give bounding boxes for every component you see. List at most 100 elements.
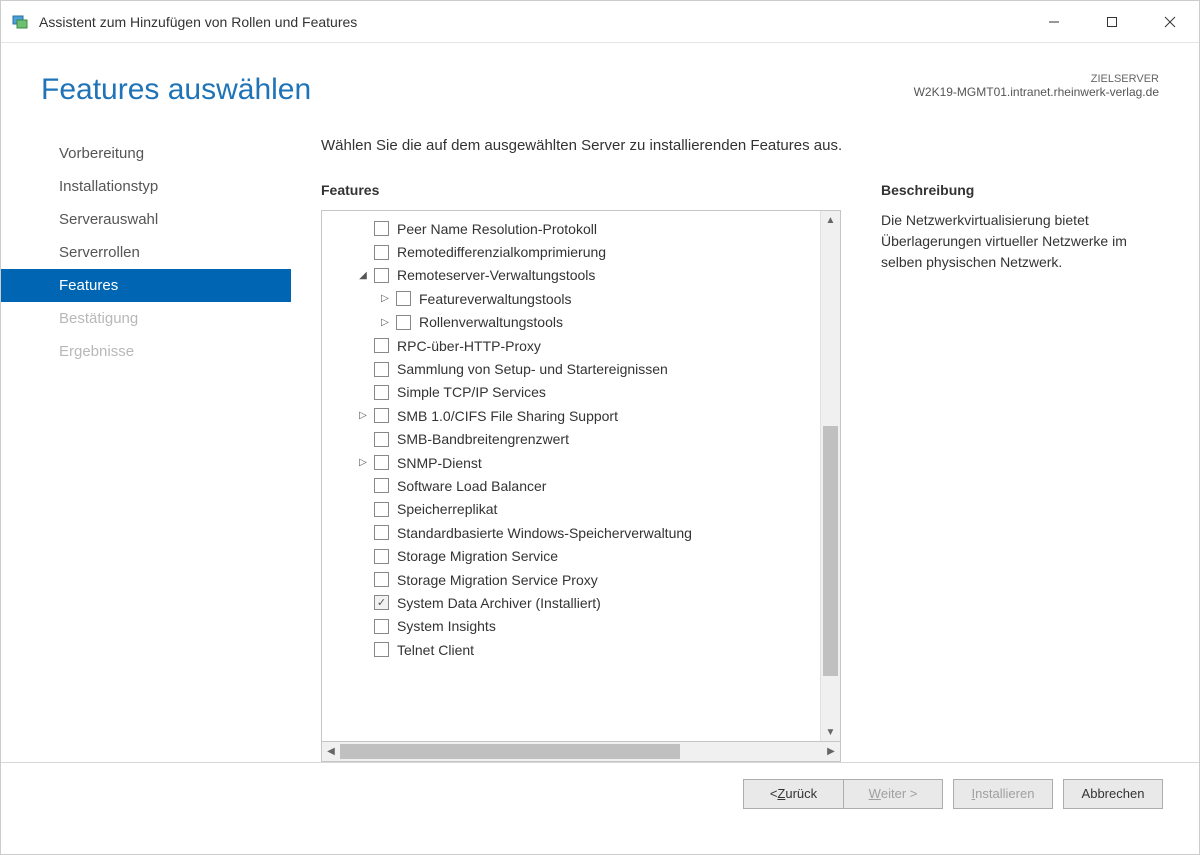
description-text: Die Netzwerkvirtualisierung bietet Überl… [881,210,1159,273]
tree-expand-icon[interactable]: ▷ [378,317,392,328]
feature-checkbox[interactable] [374,362,389,377]
feature-item[interactable]: ▷SMB-Bandbreitengrenzwert [328,428,820,451]
wizard-step[interactable]: Serverauswahl [1,203,291,236]
feature-label: System Insights [397,618,496,634]
cancel-button[interactable]: Abbrechen [1063,779,1163,809]
feature-item[interactable]: ▷Simple TCP/IP Services [328,381,820,404]
feature-checkbox[interactable] [374,221,389,236]
close-button[interactable] [1141,2,1199,42]
feature-item[interactable]: ▷SMB 1.0/CIFS File Sharing Support [328,404,820,427]
wizard-step[interactable]: Serverrollen [1,236,291,269]
next-button[interactable]: Weiter > [843,779,943,809]
feature-item[interactable]: ▷Storage Migration Service [328,544,820,567]
instruction-text: Wählen Sie die auf dem ausgewählten Serv… [321,137,1159,154]
tree-expand-icon[interactable]: ▷ [356,457,370,468]
feature-label: System Data Archiver (Installiert) [397,595,601,611]
minimize-button[interactable] [1025,2,1083,42]
tree-expand-icon[interactable]: ▷ [378,293,392,304]
feature-checkbox[interactable] [374,549,389,564]
window-title: Assistent zum Hinzufügen von Rollen und … [39,14,1025,30]
feature-checkbox[interactable] [396,315,411,330]
description-section-title: Beschreibung [881,182,1159,198]
target-server-value: W2K19-MGMT01.intranet.rheinwerk-verlag.d… [914,85,1159,99]
vertical-scroll-thumb[interactable] [823,426,838,676]
feature-item[interactable]: ▷Peer Name Resolution-Protokoll [328,217,820,240]
horizontal-scroll-thumb[interactable] [340,744,680,759]
wizard-step[interactable]: Vorbereitung [1,137,291,170]
feature-label: Peer Name Resolution-Protokoll [397,221,597,237]
vertical-scrollbar[interactable]: ▲ ▼ [820,211,840,741]
scroll-up-arrow-icon[interactable]: ▲ [821,211,840,229]
features-tree: ▷Peer Name Resolution-Protokoll▷Remotedi… [321,210,841,742]
wizard-body: VorbereitungInstallationstypServerauswah… [1,127,1199,762]
feature-checkbox[interactable] [374,268,389,283]
scroll-left-arrow-icon[interactable]: ◀ [322,746,340,757]
feature-item[interactable]: ▷System Insights [328,615,820,638]
feature-checkbox[interactable] [374,478,389,493]
feature-label: Rollenverwaltungstools [419,314,563,330]
wizard-step[interactable]: Installationstyp [1,170,291,203]
features-column: Features ▷Peer Name Resolution-Protokoll… [321,182,841,762]
wizard-step: Ergebnisse [1,335,291,368]
feature-checkbox[interactable] [374,572,389,587]
wizard-step: Bestätigung [1,302,291,335]
feature-item[interactable]: ▷System Data Archiver (Installiert) [328,591,820,614]
feature-checkbox[interactable] [396,291,411,306]
feature-label: Remoteserver-Verwaltungstools [397,267,595,283]
feature-label: Speicherreplikat [397,501,497,517]
feature-checkbox[interactable] [374,432,389,447]
feature-checkbox[interactable] [374,642,389,657]
feature-item[interactable]: ◢ Remoteserver-Verwaltungstools [328,264,820,287]
feature-label: SNMP-Dienst [397,455,482,471]
feature-checkbox[interactable] [374,385,389,400]
horizontal-scrollbar[interactable]: ◀ ▶ [321,742,841,762]
titlebar: Assistent zum Hinzufügen von Rollen und … [1,1,1199,43]
feature-checkbox[interactable] [374,595,389,610]
wizard-footer: < Zurück Weiter > Installieren Abbrechen [1,762,1199,824]
window-controls [1025,2,1199,42]
feature-label: Featureverwaltungstools [419,291,572,307]
feature-item[interactable]: ▷RPC-über-HTTP-Proxy [328,334,820,357]
feature-label: Sammlung von Setup- und Startereignissen [397,361,668,377]
feature-checkbox[interactable] [374,455,389,470]
scroll-down-arrow-icon[interactable]: ▼ [821,723,840,741]
target-server-label: ZIELSERVER [914,73,1159,85]
feature-checkbox[interactable] [374,245,389,260]
feature-label: Standardbasierte Windows-Speicherverwalt… [397,525,692,541]
tree-collapse-icon[interactable]: ◢ [356,270,370,281]
feature-item[interactable]: ▷Telnet Client [328,638,820,661]
feature-item[interactable]: ▷ Featureverwaltungstools [328,287,820,310]
features-tree-viewport[interactable]: ▷Peer Name Resolution-Protokoll▷Remotedi… [322,211,820,741]
feature-checkbox[interactable] [374,502,389,517]
feature-checkbox[interactable] [374,408,389,423]
feature-label: Simple TCP/IP Services [397,384,546,400]
feature-item[interactable]: ▷Remotedifferenzialkomprimierung [328,240,820,263]
feature-item[interactable]: ▷Storage Migration Service Proxy [328,568,820,591]
tree-expand-icon[interactable]: ▷ [356,410,370,421]
feature-item[interactable]: ▷Sammlung von Setup- und Startereignisse… [328,357,820,380]
feature-item[interactable]: ▷Software Load Balancer [328,474,820,497]
feature-item[interactable]: ▷Standardbasierte Windows-Speicherverwal… [328,521,820,544]
feature-item[interactable]: ▷ Rollenverwaltungstools [328,311,820,334]
feature-label: Storage Migration Service [397,548,558,564]
content-columns: Features ▷Peer Name Resolution-Protokoll… [321,182,1159,762]
maximize-button[interactable] [1083,2,1141,42]
feature-checkbox[interactable] [374,619,389,634]
feature-label: Storage Migration Service Proxy [397,572,598,588]
feature-checkbox[interactable] [374,338,389,353]
description-column: Beschreibung Die Netzwerkvirtualisierung… [881,182,1159,762]
feature-item[interactable]: ▷Speicherreplikat [328,498,820,521]
features-section-title: Features [321,182,841,198]
wizard-step[interactable]: Features [1,269,291,302]
scroll-right-arrow-icon[interactable]: ▶ [822,746,840,757]
wizard-steps-sidebar: VorbereitungInstallationstypServerauswah… [1,127,291,762]
feature-label: Telnet Client [397,642,474,658]
page-title: Features auswählen [41,73,311,107]
feature-item[interactable]: ▷ SNMP-Dienst [328,451,820,474]
feature-checkbox[interactable] [374,525,389,540]
feature-label: RPC-über-HTTP-Proxy [397,338,541,354]
nav-button-group: < Zurück Weiter > [743,779,943,809]
server-manager-icon [11,13,29,31]
back-button[interactable]: < Zurück [743,779,843,809]
install-button[interactable]: Installieren [953,779,1053,809]
